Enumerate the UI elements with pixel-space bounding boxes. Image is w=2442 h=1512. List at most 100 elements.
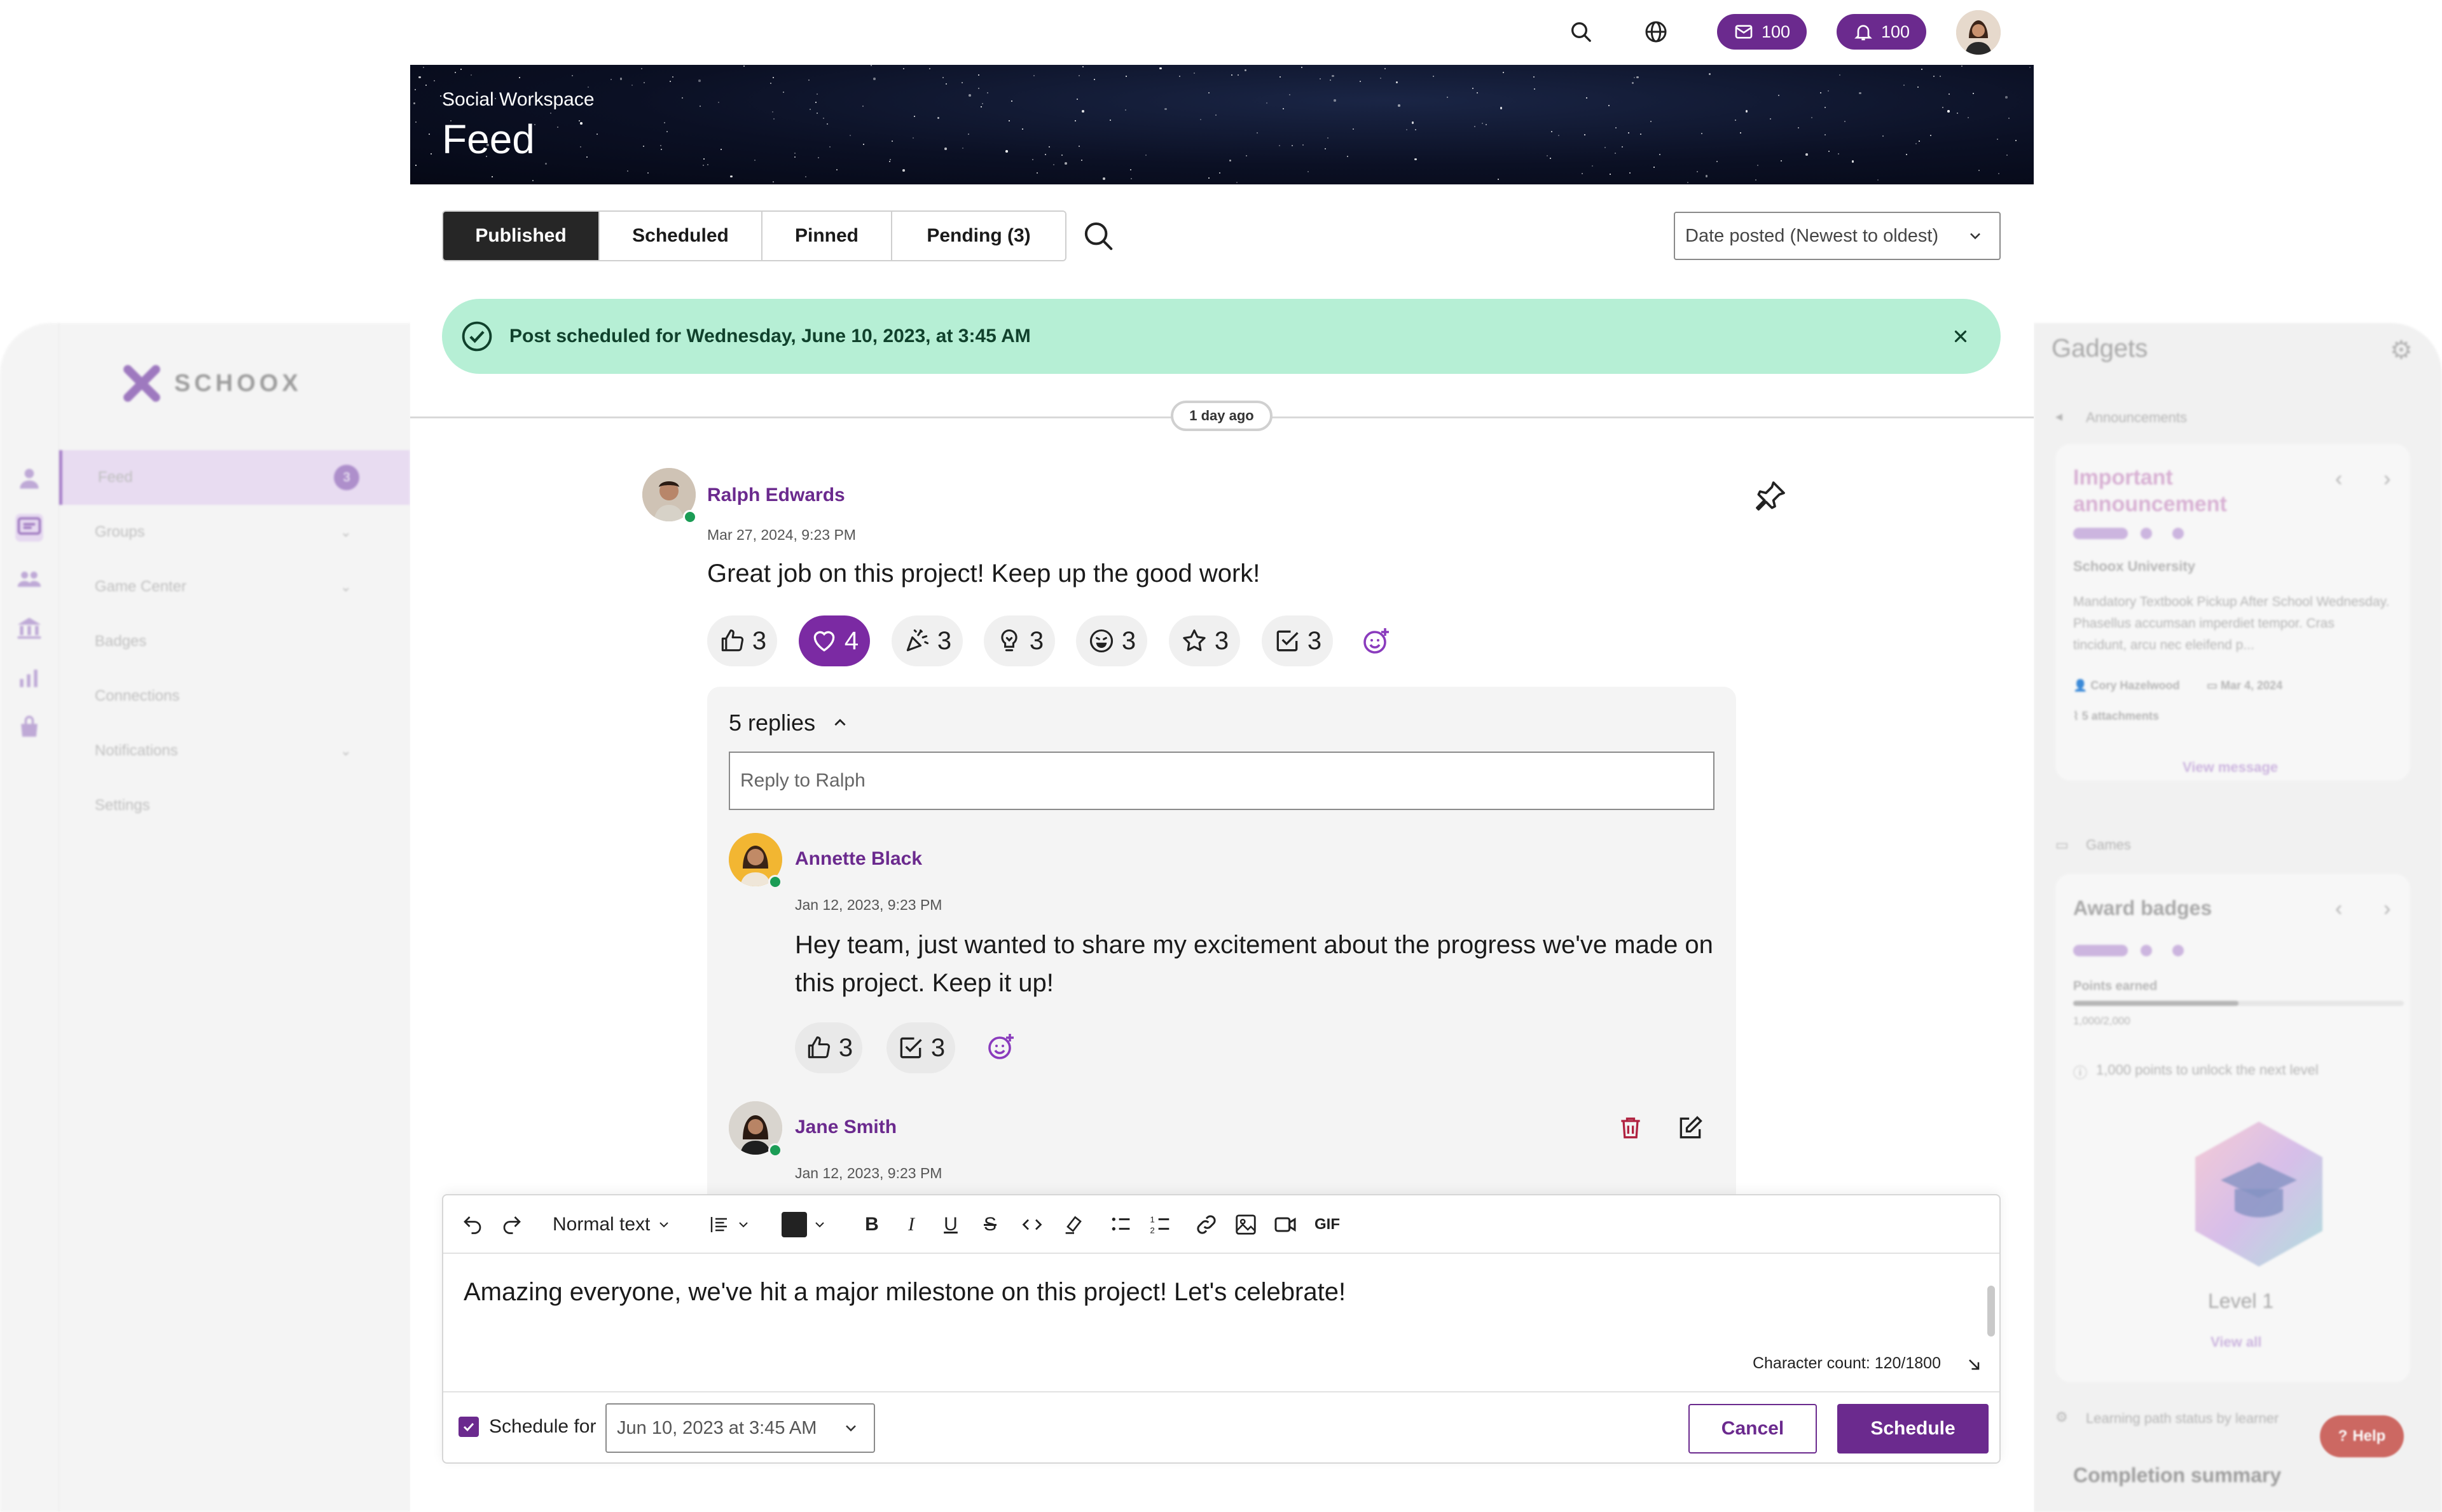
chevron-left-icon[interactable]: ‹ xyxy=(2335,897,2342,921)
star xyxy=(1636,76,1639,79)
add-reaction-icon[interactable] xyxy=(986,1031,1016,1065)
gear-icon[interactable]: ⚙ xyxy=(2390,336,2413,365)
reaction-star[interactable]: 3 xyxy=(1169,615,1240,666)
view-all-link[interactable]: View all xyxy=(2211,1334,2261,1350)
star xyxy=(1103,177,1105,180)
search-icon[interactable] xyxy=(1562,13,1600,51)
tab-pending[interactable]: Pending (3) xyxy=(892,212,1065,260)
notifications-button[interactable]: 100 xyxy=(1837,14,1927,50)
gif-button[interactable]: GIF xyxy=(1308,1209,1346,1240)
star xyxy=(2006,155,2008,156)
strikethrough-icon[interactable]: S xyxy=(976,1209,1004,1240)
carousel-dot-active[interactable] xyxy=(2073,528,2128,539)
reply-reaction-thumbs-up[interactable]: 3 xyxy=(795,1022,862,1073)
reply-author-name[interactable]: Jane Smith xyxy=(795,1117,897,1138)
replies-count: 5 replies xyxy=(729,710,816,736)
star xyxy=(986,92,988,93)
text-color-dropdown[interactable] xyxy=(782,1209,827,1240)
highlight-icon[interactable] xyxy=(1058,1209,1091,1240)
view-message-link[interactable]: View message xyxy=(2183,759,2278,776)
reply-author-name[interactable]: Annette Black xyxy=(795,848,922,870)
tab-pinned[interactable]: Pinned xyxy=(762,212,892,260)
star xyxy=(1033,75,1035,77)
video-icon[interactable] xyxy=(1269,1209,1302,1240)
reaction-count: 4 xyxy=(844,626,859,655)
reaction-heart[interactable]: 4 xyxy=(799,615,870,666)
reaction-insightful[interactable]: 3 xyxy=(984,615,1055,666)
reply-reaction-done[interactable]: 3 xyxy=(886,1022,955,1073)
carousel-dot-active[interactable] xyxy=(2073,945,2128,956)
carousel-dot[interactable] xyxy=(2172,945,2184,956)
search-posts-icon[interactable] xyxy=(1081,219,1115,256)
schedule-button[interactable]: Schedule xyxy=(1837,1404,1989,1454)
underline-icon[interactable]: U xyxy=(937,1209,965,1240)
composer-text[interactable]: Amazing everyone, we've hit a major mile… xyxy=(464,1278,1346,1307)
undo-icon[interactable] xyxy=(457,1209,488,1240)
reaction-funny[interactable]: 3 xyxy=(1076,615,1147,666)
star xyxy=(1307,171,1309,173)
star xyxy=(1065,162,1067,165)
resize-handle-icon[interactable] xyxy=(1965,1356,1983,1377)
user-avatar[interactable] xyxy=(1956,10,2001,55)
carousel-dot[interactable] xyxy=(2141,945,2152,956)
cancel-button[interactable]: Cancel xyxy=(1688,1404,1817,1454)
reaction-count: 3 xyxy=(752,626,767,655)
reaction-thumbs-up[interactable]: 3 xyxy=(707,615,777,666)
schedule-datetime-select[interactable]: Jun 10, 2023 at 3:45 AM xyxy=(605,1403,875,1453)
pin-icon[interactable] xyxy=(1753,478,1788,517)
sort-select[interactable]: Date posted (Newest to oldest) xyxy=(1674,212,2001,260)
notifications-count: 100 xyxy=(1881,22,1910,41)
schedule-checkbox[interactable] xyxy=(459,1417,479,1437)
sidebar-item-badges[interactable]: Badges xyxy=(59,614,410,669)
image-icon[interactable] xyxy=(1229,1209,1262,1240)
star xyxy=(626,170,628,172)
add-reaction-icon[interactable] xyxy=(1361,626,1391,659)
star xyxy=(1629,172,1631,174)
editor-scrollbar[interactable] xyxy=(1987,1286,1995,1337)
composer-footer: Schedule for Jun 10, 2023 at 3:45 AM Can… xyxy=(443,1391,1999,1464)
edit-icon[interactable] xyxy=(1676,1114,1704,1145)
star xyxy=(519,77,521,79)
text-style-dropdown[interactable]: Normal text xyxy=(553,1209,672,1240)
help-button[interactable]: ? Help xyxy=(2320,1415,2404,1457)
chevron-left-icon[interactable]: ‹ xyxy=(2335,467,2342,491)
reply-input[interactable]: Reply to Ralph xyxy=(729,752,1714,810)
sidebar-item-game-center[interactable]: Game Center ⌄ xyxy=(59,560,410,614)
delete-icon[interactable] xyxy=(1617,1114,1645,1145)
bullet-list-icon[interactable] xyxy=(1105,1209,1138,1240)
carousel-dot[interactable] xyxy=(2141,528,2152,539)
bold-icon[interactable]: B xyxy=(858,1209,886,1240)
link-icon[interactable] xyxy=(1190,1209,1223,1240)
replies-section: 5 replies Reply to Ralph Annette Black J… xyxy=(707,687,1736,1208)
sidebar-item-groups[interactable]: Groups ⌄ xyxy=(59,505,410,560)
italic-icon[interactable]: I xyxy=(897,1209,925,1240)
reaction-done[interactable]: 3 xyxy=(1262,615,1333,666)
carousel-dot[interactable] xyxy=(2172,528,2184,539)
globe-icon[interactable] xyxy=(1637,13,1675,51)
star xyxy=(681,97,683,99)
star xyxy=(969,94,971,97)
tab-published[interactable]: Published xyxy=(443,212,600,260)
games-icon: ▭ xyxy=(2055,837,2069,853)
tab-scheduled[interactable]: Scheduled xyxy=(600,212,762,260)
star xyxy=(1696,170,1698,172)
star xyxy=(1093,79,1095,81)
messages-button[interactable]: 100 xyxy=(1717,14,1807,50)
store-icon xyxy=(15,713,43,741)
reaction-celebrate[interactable]: 3 xyxy=(892,615,963,666)
sidebar-item-connections[interactable]: Connections xyxy=(59,669,410,724)
replies-toggle[interactable]: 5 replies xyxy=(729,710,848,736)
chevron-right-icon[interactable]: › xyxy=(2383,467,2390,491)
star xyxy=(1164,107,1167,111)
numbered-list-icon[interactable]: 12 xyxy=(1144,1209,1177,1240)
sidebar-item-notifications[interactable]: Notifications ⌄ xyxy=(59,724,410,778)
star xyxy=(1805,153,1808,156)
sidebar-item-settings[interactable]: Settings xyxy=(59,778,410,833)
sidebar-item-feed[interactable]: Feed 3 xyxy=(59,450,410,505)
code-icon[interactable] xyxy=(1016,1209,1049,1240)
post-author-name[interactable]: Ralph Edwards xyxy=(707,485,845,506)
close-icon[interactable] xyxy=(1951,327,1970,346)
alignment-dropdown[interactable] xyxy=(708,1209,751,1240)
chevron-right-icon[interactable]: › xyxy=(2383,897,2390,921)
redo-icon[interactable] xyxy=(497,1209,527,1240)
